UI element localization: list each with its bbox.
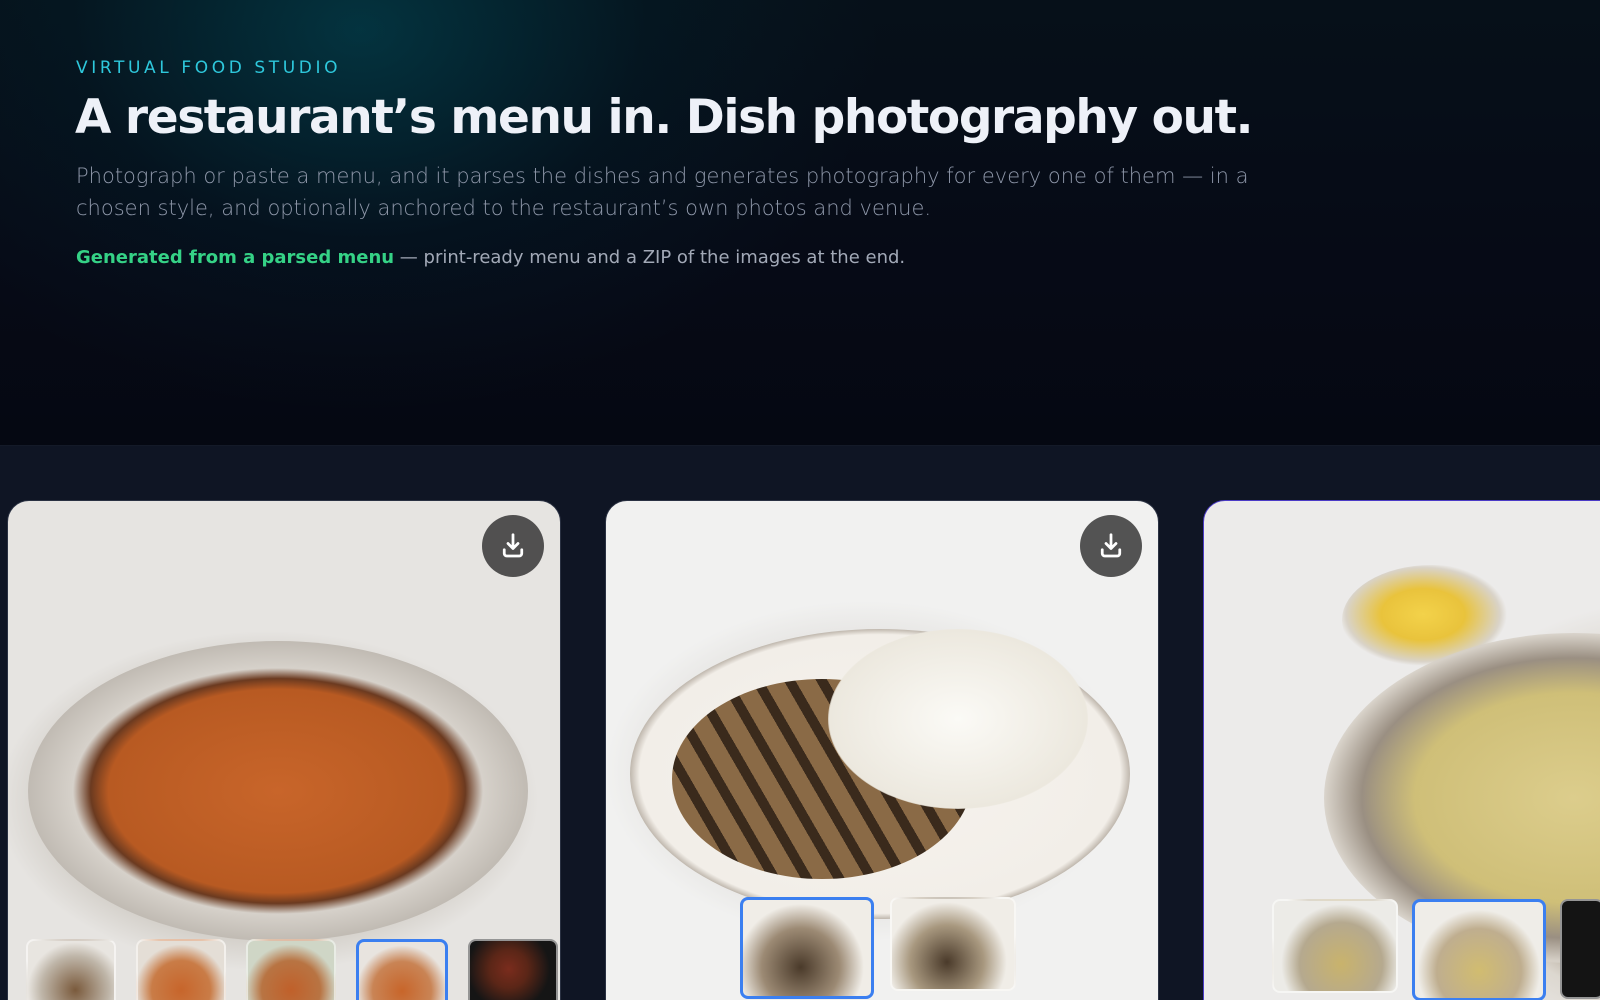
thumbnail[interactable] [890, 897, 1016, 991]
thumbnail-selected[interactable] [1412, 899, 1546, 1000]
eyebrow-label: VIRTUAL FOOD STUDIO [76, 58, 342, 78]
dish-image [28, 641, 528, 941]
dish-card-active[interactable] [1203, 500, 1600, 1000]
download-button[interactable] [482, 515, 544, 577]
note-highlight: Generated from a parsed menu [76, 247, 395, 268]
rice [828, 629, 1088, 809]
thumbnail[interactable] [246, 939, 336, 1000]
dish-card[interactable] [605, 500, 1159, 1000]
download-button[interactable] [1080, 515, 1142, 577]
thumbnail-selected[interactable] [740, 897, 874, 999]
page-description: Photograph or paste a menu, and it parse… [76, 164, 1249, 220]
thumbnail-strip [1272, 899, 1600, 1000]
page-title: A restaurant’s menu in. Dish photography… [75, 90, 1254, 145]
thumbnail-strip [740, 897, 1016, 999]
thumbnail[interactable] [136, 939, 226, 1000]
note-text: — print-ready menu and a ZIP of the imag… [394, 247, 906, 268]
hero-section: VIRTUAL FOOD STUDIO A restaurant’s menu … [0, 0, 1600, 446]
thumbnail[interactable] [1272, 899, 1398, 993]
download-icon [502, 533, 524, 558]
thumbnail-strip [26, 939, 558, 1000]
thumbnail-selected[interactable] [356, 939, 448, 1000]
download-icon [1100, 533, 1122, 558]
dish-card[interactable] [7, 500, 561, 1000]
generation-note: Generated from a parsed menu — print-rea… [76, 247, 905, 268]
dish-gallery [0, 446, 1600, 1000]
thumbnail[interactable] [468, 939, 558, 1000]
thumbnail[interactable] [26, 939, 116, 1000]
thumbnail[interactable] [1560, 899, 1600, 999]
